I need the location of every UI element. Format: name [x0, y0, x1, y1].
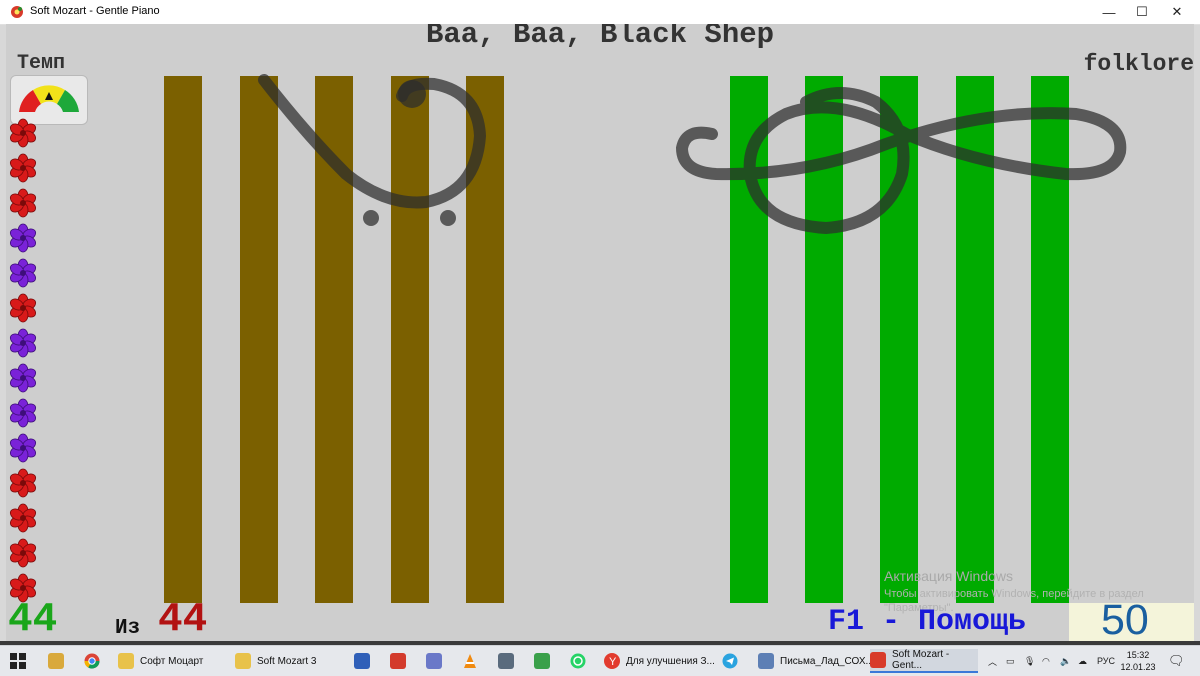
yandex-browser-icon: Y — [604, 653, 620, 669]
calculator-icon — [498, 653, 514, 669]
wifi-icon[interactable]: ◠ — [1042, 646, 1050, 676]
taskbar-item-label: Soft Mozart 3 — [257, 655, 317, 667]
telegram-icon — [722, 653, 738, 669]
purple-flower-icon — [9, 223, 37, 253]
red-flower-icon — [9, 293, 37, 323]
left-staff-line — [391, 76, 429, 603]
purple-flower-icon — [9, 258, 37, 288]
taskbar-pinned-app[interactable] — [498, 649, 520, 673]
right-staff-line — [1031, 76, 1069, 603]
right-staff-line — [956, 76, 994, 603]
left-staff-line — [466, 76, 504, 603]
left-staff-line — [315, 76, 353, 603]
red-flower-icon — [9, 118, 37, 148]
notes-total-counter: 44 — [158, 597, 208, 641]
right-staff-line — [880, 76, 918, 603]
activation-watermark-title: Активация Windows — [884, 568, 1014, 584]
cloud-icon[interactable]: ☁ — [1078, 646, 1087, 676]
game-canvas[interactable]: Baa, Baa, Black Shep Темп folklore 44 Из… — [6, 24, 1194, 641]
notifications-icon[interactable]: 🗨 — [1168, 646, 1185, 676]
tray-device-icon[interactable]: ▭ — [1006, 646, 1015, 676]
taskbar-item[interactable]: Soft Mozart 3 — [235, 649, 343, 673]
red-flower-icon — [9, 538, 37, 568]
right-staff-line — [730, 76, 768, 603]
taskbar-pinned-app[interactable] — [462, 649, 478, 673]
purple-flower-icon — [9, 363, 37, 393]
taskbar-pinned-app[interactable] — [390, 649, 412, 673]
folder-icon — [235, 653, 251, 669]
soft-mozart-icon — [870, 652, 886, 668]
tempo-label: Темп — [17, 52, 66, 75]
red-flower-icon — [9, 503, 37, 533]
red-flower-icon — [9, 188, 37, 218]
whatsapp-icon — [570, 653, 586, 669]
minimize-button[interactable]: — — [1092, 0, 1126, 24]
app-pin-icon — [534, 653, 550, 669]
volume-icon[interactable]: 🔈 — [1060, 646, 1071, 676]
window-titlebar: Soft Mozart - Gentle Piano — ☐ ✕ — [0, 0, 1200, 25]
purple-flower-icon — [9, 398, 37, 428]
taskbar-item[interactable]: Письма_Лад_СОХ... — [758, 649, 874, 673]
left-staff-line — [240, 76, 278, 603]
taskbar-item-label: Для улучшения З... — [626, 655, 715, 667]
windows-taskbar: Софт Моцарт Soft Mozart 3 Y Для улучшени… — [0, 645, 1200, 676]
document-icon — [758, 653, 774, 669]
tray-overflow-chevron-icon[interactable]: ︿ — [988, 646, 997, 676]
system-clock[interactable]: 15:32 12.01.23 — [1118, 649, 1158, 673]
genre-label: folklore — [1083, 51, 1194, 77]
window-title: Soft Mozart - Gentle Piano — [30, 5, 160, 17]
notes-played-counter: 44 — [8, 597, 58, 641]
folder-icon — [118, 653, 134, 669]
floppy-disk-icon — [354, 653, 370, 669]
app-pin-icon — [48, 653, 64, 669]
taskbar-item[interactable]: Софт Моцарт — [118, 649, 226, 673]
bass-clef-icon — [258, 74, 487, 226]
microphone-icon[interactable]: 🎙 — [1024, 646, 1035, 676]
app-pin-icon — [390, 653, 406, 669]
app-icon — [11, 6, 23, 18]
red-flower-icon — [9, 468, 37, 498]
taskbar-telegram[interactable] — [722, 649, 738, 673]
score-value: 50 — [1101, 596, 1149, 641]
taskbar-item[interactable]: Y Для улучшения З... — [604, 649, 716, 673]
taskbar-pinned-app[interactable] — [48, 649, 70, 673]
song-title: Baa, Baa, Black Shep — [425, 24, 775, 51]
left-staff-line — [164, 76, 202, 603]
taskbar-item-active[interactable]: Soft Mozart - Gent... — [870, 649, 978, 673]
red-flower-icon — [9, 153, 37, 183]
vlc-icon — [464, 654, 476, 668]
taskbar-item-label: Письма_Лад_СОХ... — [780, 655, 874, 667]
help-hint[interactable]: F1 - Помощь — [828, 605, 1026, 639]
clock-time: 15:32 — [1126, 650, 1150, 660]
close-button[interactable]: ✕ — [1160, 0, 1194, 24]
taskbar-whatsapp[interactable] — [570, 649, 586, 673]
counter-of-label: Из — [115, 617, 141, 640]
taskbar-item-label: Soft Mozart - Gent... — [892, 649, 950, 671]
svg-text:Y: Y — [609, 656, 617, 668]
taskbar-chrome[interactable] — [84, 649, 100, 673]
windows-logo-icon — [10, 653, 26, 669]
taskbar-pinned-app[interactable] — [426, 649, 448, 673]
taskbar-item-label: Софт Моцарт — [140, 655, 204, 667]
purple-flower-icon — [9, 328, 37, 358]
chrome-icon — [84, 653, 100, 669]
purple-flower-icon — [9, 433, 37, 463]
language-indicator[interactable]: РУС — [1097, 646, 1115, 676]
app-pin-icon — [426, 653, 442, 669]
tempo-gauge-icon — [19, 85, 79, 112]
start-button[interactable] — [10, 649, 26, 673]
maximize-button[interactable]: ☐ — [1125, 0, 1159, 24]
taskbar-pinned-app[interactable] — [354, 649, 376, 673]
right-staff-line — [805, 76, 843, 603]
clock-date: 12.01.23 — [1120, 662, 1156, 672]
taskbar-pinned-app[interactable] — [534, 649, 556, 673]
